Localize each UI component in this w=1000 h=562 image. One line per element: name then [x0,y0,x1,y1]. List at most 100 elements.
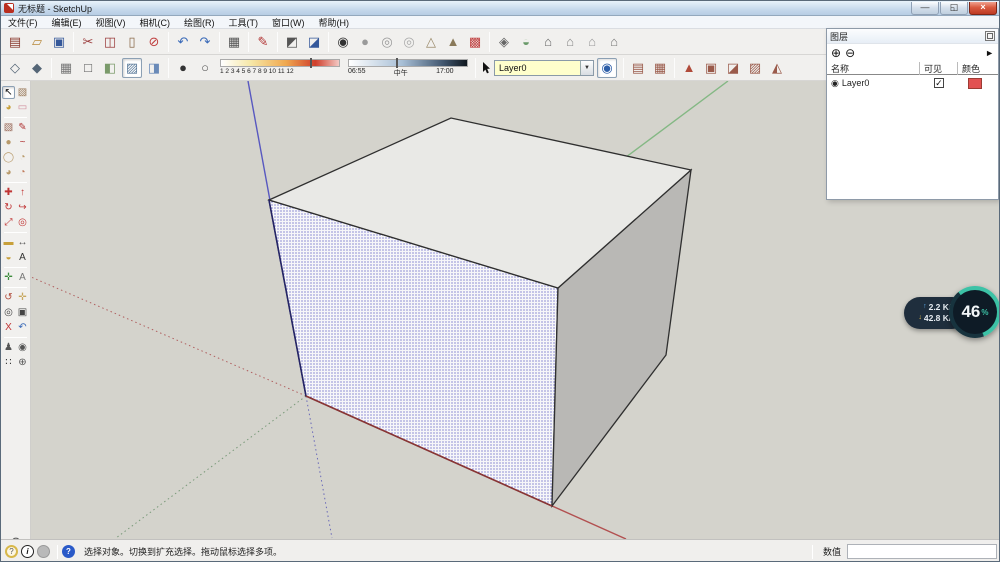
zoom-icon[interactable]: ◎ [2,306,15,319]
date-slider-handle[interactable] [310,58,312,68]
model-info-icon[interactable]: ✎ [253,32,273,52]
zoom-extents-icon[interactable]: X [2,321,15,334]
cone-outline-icon[interactable]: △ [421,32,441,52]
rotate-icon[interactable]: ↻ [2,201,15,214]
time-slider-handle[interactable] [396,58,398,68]
geolocation-status-icon[interactable]: ? [5,545,18,558]
menu-window[interactable]: 窗口(W) [265,16,312,28]
style-monochrome-icon[interactable]: ◨ [144,58,164,78]
push-pull-icon[interactable]: ↑ [16,186,29,199]
style-wireframe-icon[interactable]: ▦ [56,58,76,78]
print-icon[interactable]: ▦ [224,32,244,52]
menu-view[interactable]: 视图(V) [89,16,133,28]
view-iso-icon[interactable]: ◈ [494,32,514,52]
sandbox-from-scratch-icon[interactable]: ▦ [650,58,670,78]
help-icon[interactable]: ? [62,545,75,558]
add-layer-button[interactable]: ⊕ [831,47,841,59]
make-component-icon[interactable]: ◩ [282,32,302,52]
layer-combobox[interactable]: Layer0 ▼ [494,60,594,76]
layer-combobox-dropdown-icon[interactable]: ▼ [580,61,593,75]
polygon-icon[interactable]: ◯ [2,151,15,164]
3d-text-icon[interactable]: A [16,271,29,284]
sign-in-status-icon[interactable] [37,545,50,558]
view-left-icon[interactable]: ⌂ [582,32,602,52]
circle-icon[interactable]: ● [2,136,15,149]
layer-name[interactable]: Layer0 [842,78,920,88]
new-icon[interactable]: ▤ [5,32,25,52]
position-camera-icon[interactable]: ♟ [2,341,15,354]
layer-row[interactable]: ◉ Layer0 ✓ [827,75,998,91]
menu-edit[interactable]: 编辑(E) [45,16,89,28]
save-icon[interactable]: ▣ [49,32,69,52]
move-icon[interactable]: ✚ [2,186,15,199]
zoom-previous-icon[interactable]: ↶ [16,321,29,334]
zoom-window-icon[interactable]: ▣ [16,306,29,319]
delete-icon[interactable]: ⊘ [144,32,164,52]
measurement-input[interactable] [847,544,997,559]
people-b-icon[interactable]: ◎ [399,32,419,52]
pie-icon[interactable]: ◕ [2,166,15,179]
line-icon[interactable]: ✎ [16,121,29,134]
style-shaded-textures-icon[interactable]: ▨ [122,58,142,78]
sandbox-add-detail-icon[interactable]: ▨ [745,58,765,78]
sandbox-from-contours-icon[interactable]: ▤ [628,58,648,78]
layer-details-arrow-button[interactable]: ► [985,48,994,58]
view-back-icon[interactable]: ⌂ [560,32,580,52]
panel-rollup-button[interactable] [985,31,995,41]
view-top-icon[interactable]: ◒ [516,32,536,52]
credits-status-icon[interactable]: i [21,545,34,558]
style-shaded-icon[interactable]: ◧ [100,58,120,78]
time-slider-track[interactable] [348,59,468,67]
accelerator-percent-widget[interactable]: 46% [949,286,1000,338]
tape-measure-icon[interactable]: ▬ [2,236,15,249]
texture-icon[interactable]: ▩ [465,32,485,52]
arc-icon[interactable]: ◔ [16,151,29,164]
shadow-toggle-icon[interactable]: ○ [195,58,215,78]
pan-icon[interactable]: ✛ [16,291,29,304]
interact-icon[interactable]: ◉ [333,32,353,52]
scale-icon[interactable]: ⤢ [2,216,15,229]
style-edges-icon[interactable]: ◇ [5,58,25,78]
offset-icon[interactable]: ◎ [16,216,29,229]
layer-manager-button[interactable]: ◉ [597,58,617,78]
remove-layer-button[interactable]: ⊖ [845,47,855,59]
sandbox-stamp-icon[interactable]: ▣ [701,58,721,78]
menu-tools[interactable]: 工具(T) [222,16,266,28]
protractor-icon[interactable]: ◒ [2,251,15,264]
menu-file[interactable]: 文件(F) [1,16,45,28]
close-button[interactable]: × [969,2,997,15]
component-options-icon[interactable]: ◪ [304,32,324,52]
curve-icon[interactable]: ◔ [16,166,29,179]
column-header-color[interactable]: 颜色 [957,62,991,75]
sandbox-smoove-icon[interactable]: ▲ [679,58,699,78]
style-hidden-line-icon[interactable]: □ [78,58,98,78]
layer-color-swatch[interactable] [968,78,982,89]
sphere-icon[interactable]: ● [355,32,375,52]
follow-me-icon[interactable]: ↪ [16,201,29,214]
sandbox-drape-icon[interactable]: ◪ [723,58,743,78]
copy-icon[interactable]: ◫ [100,32,120,52]
menu-draw[interactable]: 绘图(R) [177,16,222,28]
text-icon[interactable]: A [16,251,29,264]
sandbox-flip-edge-icon[interactable]: ◭ [767,58,787,78]
paste-icon[interactable]: ▯ [122,32,142,52]
select-icon[interactable]: ↖ [2,86,15,99]
view-front-icon[interactable]: ⌂ [538,32,558,52]
freehand-icon[interactable]: ~ [16,136,29,149]
shadow-date-slider[interactable]: 1 2 3 4 5 6 7 8 9 10 11 12 [220,58,340,78]
shadow-dialog-icon[interactable]: ● [173,58,193,78]
redo-icon[interactable]: ↷ [195,32,215,52]
make-component-icon[interactable]: ▧ [16,86,29,99]
restore-button[interactable]: ◱ [940,2,968,15]
undo-icon[interactable]: ↶ [173,32,193,52]
dimension-icon[interactable]: ↔ [16,236,29,249]
layer-active-radio[interactable]: ◉ [831,78,839,89]
rectangle-icon[interactable]: ▧ [2,121,15,134]
menu-camera[interactable]: 相机(C) [133,16,178,28]
orbit-icon[interactable]: ↺ [2,291,15,304]
layer-visible-checkbox[interactable]: ✓ [934,78,944,88]
column-header-visible[interactable]: 可见 [919,62,957,75]
column-header-name[interactable]: 名称 [831,62,919,75]
minimize-button[interactable]: — [911,2,939,15]
cone-icon[interactable]: ▲ [443,32,463,52]
